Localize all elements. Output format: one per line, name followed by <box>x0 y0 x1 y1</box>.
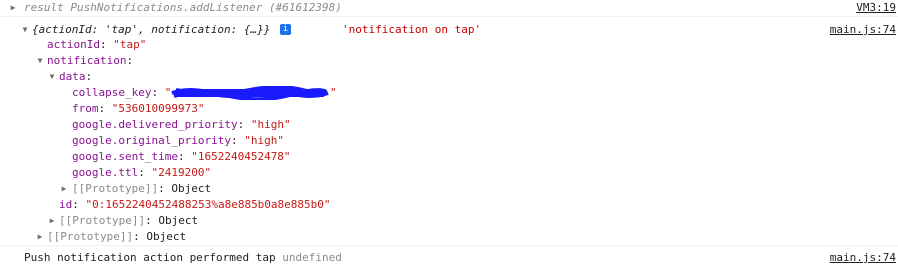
property-collapse-key: collapse_key: " " <box>72 86 337 100</box>
redaction-scribble <box>171 86 329 100</box>
source-link-main-2[interactable]: main.js:74 <box>830 250 896 266</box>
console-result-row: ▶ result PushNotifications.addListener (… <box>0 0 898 17</box>
prototype-notification[interactable]: ▶ [[Prototype]]: Object <box>0 213 898 229</box>
expand-triangle-right-icon[interactable]: ▶ <box>47 213 57 229</box>
property-notification[interactable]: ▼ notification: <box>0 53 898 69</box>
property-original-priority: google.original_priority: "high" <box>72 134 284 147</box>
property-delivered-priority: google.delivered_priority: "high" <box>72 118 291 131</box>
property-id: id: "0:1652240452488253%a8e885b0a8e885b0… <box>59 198 331 211</box>
log-text: Push notification action performed tap <box>24 251 276 264</box>
source-link-vm[interactable]: VM3:19 <box>856 0 896 16</box>
expand-triangle-down-icon[interactable]: ▼ <box>47 69 57 85</box>
source-link-main-1[interactable]: main.js:74 <box>830 22 896 38</box>
prototype-data[interactable]: ▶ [[Prototype]]: Object <box>0 181 898 197</box>
log-message: 'notification on tap' <box>342 23 482 36</box>
result-prefix: result <box>24 1 64 14</box>
expand-triangle-down-icon[interactable]: ▼ <box>20 22 30 38</box>
property-from: from: "536010099973" <box>72 102 205 115</box>
console-object-summary-row[interactable]: ▼ {actionId: 'tap', notification: {…}} i… <box>0 22 898 38</box>
expand-triangle-right-icon[interactable]: ▶ <box>8 0 18 16</box>
property-data[interactable]: ▼ data: <box>0 69 898 85</box>
prototype-root[interactable]: ▶ [[Prototype]]: Object <box>0 229 898 246</box>
property-ttl: google.ttl: "2419200" <box>72 166 212 179</box>
console-log-row: Push notification action performed tap u… <box>0 250 898 266</box>
expand-triangle-right-icon[interactable]: ▶ <box>59 181 69 197</box>
info-icon[interactable]: i <box>280 24 291 35</box>
log-value: undefined <box>282 251 342 264</box>
property-sent-time: google.sent_time: "1652240452478" <box>72 150 291 163</box>
property-actionId: actionId: "tap" <box>47 38 147 51</box>
expand-triangle-right-icon[interactable]: ▶ <box>35 229 45 245</box>
expand-triangle-down-icon[interactable]: ▼ <box>35 53 45 69</box>
result-text: PushNotifications.addListener (#61612398… <box>70 1 342 14</box>
object-summary[interactable]: {actionId: 'tap', notification: {…}} <box>32 22 270 38</box>
